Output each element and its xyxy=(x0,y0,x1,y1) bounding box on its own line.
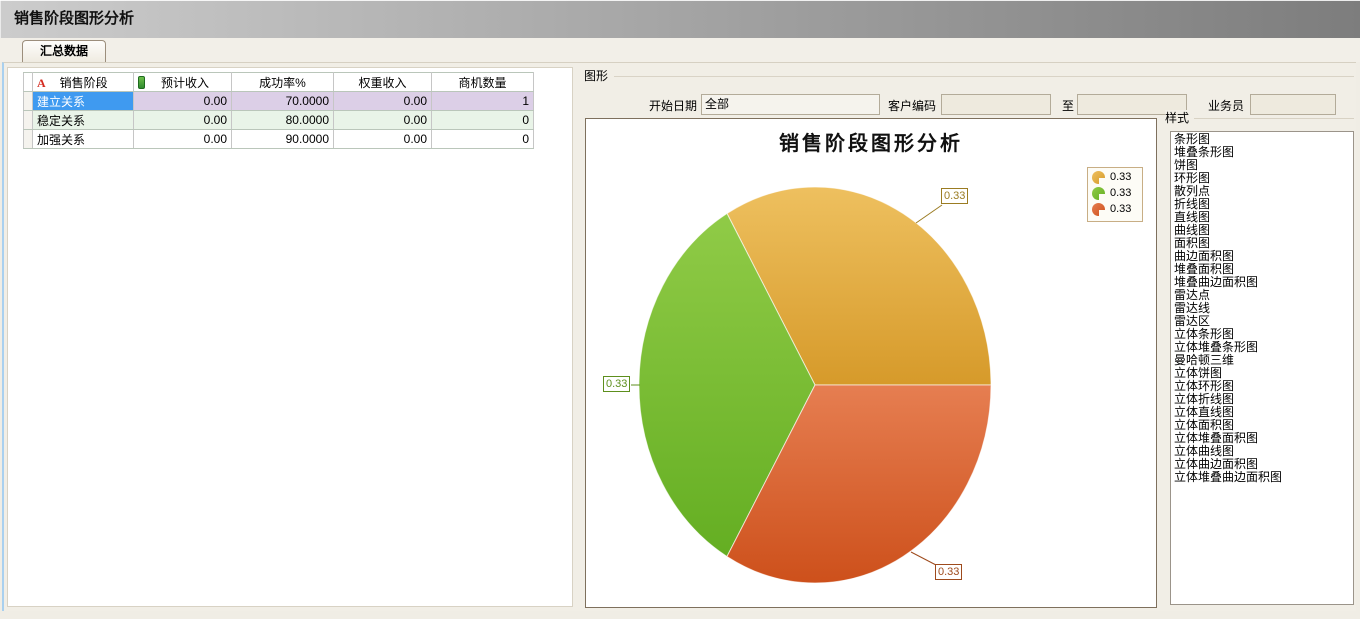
pie-slice-label: 0.33 xyxy=(935,564,962,580)
cell-success-rate[interactable]: 80.0000 xyxy=(232,111,334,130)
style-list-item[interactable]: 堆叠条形图 xyxy=(1171,146,1353,159)
grid-header-row: A销售阶段 预计收入 成功率% 权重收入 商机数量 xyxy=(24,73,534,92)
sort-indicator-icon: A xyxy=(37,76,46,90)
legend-pie-swatch-icon xyxy=(1092,203,1105,216)
column-header-count[interactable]: 商机数量 xyxy=(432,73,534,92)
legend-label: 0.33 xyxy=(1110,203,1131,216)
legend-label: 0.33 xyxy=(1110,187,1131,200)
column-header-stage[interactable]: A销售阶段 xyxy=(33,73,134,92)
chart-area: 销售阶段图形分析 0.33 0.33 0.33 0.330.330.33 xyxy=(585,118,1157,608)
legend-label: 0.33 xyxy=(1110,171,1131,184)
cell-weighted[interactable]: 0.00 xyxy=(334,130,432,149)
page-title: 销售阶段图形分析 xyxy=(14,0,134,38)
filter-bar-icon xyxy=(138,76,145,89)
graph-panel: 图形 开始日期 全部 客户编码 至 业务员 销售阶段图形分析 xyxy=(580,67,1358,607)
legend-entry: 0.33 xyxy=(1092,187,1139,200)
cell-count[interactable]: 1 xyxy=(432,92,534,111)
row-selector[interactable] xyxy=(24,111,33,130)
row-selector[interactable] xyxy=(24,130,33,149)
salesman-label: 业务员 xyxy=(1202,97,1244,115)
graph-groupbox-line xyxy=(610,76,1354,77)
cell-count[interactable]: 0 xyxy=(432,111,534,130)
pie-slice-label: 0.33 xyxy=(603,376,630,392)
to-label: 至 xyxy=(1057,97,1074,115)
customer-code-label: 客户编码 xyxy=(880,97,936,115)
pie-chart xyxy=(586,119,1156,607)
legend-pie-swatch-icon xyxy=(1092,187,1105,200)
column-header-weighted[interactable]: 权重收入 xyxy=(334,73,432,92)
column-header-expected[interactable]: 预计收入 xyxy=(134,73,232,92)
salesman-field[interactable] xyxy=(1250,94,1336,115)
cell-expected[interactable]: 0.00 xyxy=(134,130,232,149)
style-group-caption: 样式 xyxy=(1165,110,1194,126)
tab-label: 汇总数据 xyxy=(40,44,88,58)
summary-table-panel: A销售阶段 预计收入 成功率% 权重收入 商机数量 建立关系 0.0 xyxy=(7,67,573,607)
summary-grid: A销售阶段 预计收入 成功率% 权重收入 商机数量 建立关系 0.0 xyxy=(23,72,534,149)
start-date-field[interactable]: 全部 xyxy=(701,94,880,115)
table-row[interactable]: 加强关系 0.00 90.0000 0.00 0 xyxy=(24,130,534,149)
tab-strip: 汇总数据 xyxy=(0,38,1360,62)
legend-entry: 0.33 xyxy=(1092,171,1139,184)
cell-stage[interactable]: 建立关系 xyxy=(33,92,134,111)
row-selector[interactable] xyxy=(24,92,33,111)
customer-code-field[interactable] xyxy=(941,94,1051,115)
pie-slice-label: 0.33 xyxy=(941,188,968,204)
title-bar: 销售阶段图形分析 xyxy=(0,0,1360,38)
style-list: 条形图堆叠条形图饼图环形图散列点折线图直线图曲线图面积图曲边面积图堆叠面积图堆叠… xyxy=(1170,131,1354,605)
graph-group-caption: 图形 xyxy=(584,67,614,85)
app-window: 销售阶段图形分析 汇总数据 A销售阶段 预计收 xyxy=(0,0,1360,619)
cell-expected[interactable]: 0.00 xyxy=(134,92,232,111)
table-row[interactable]: 建立关系 0.00 70.0000 0.00 1 xyxy=(24,92,534,111)
legend-entry: 0.33 xyxy=(1092,203,1139,216)
start-date-label: 开始日期 xyxy=(640,97,697,115)
cell-stage[interactable]: 稳定关系 xyxy=(33,111,134,130)
row-selector-header xyxy=(24,73,33,92)
tab-page: A销售阶段 预计收入 成功率% 权重收入 商机数量 建立关系 0.0 xyxy=(2,62,1356,611)
style-groupbox-line xyxy=(1192,118,1354,119)
cell-weighted[interactable]: 0.00 xyxy=(334,92,432,111)
chart-legend: 0.33 0.33 0.33 xyxy=(1087,167,1143,222)
cell-success-rate[interactable]: 70.0000 xyxy=(232,92,334,111)
column-header-success-rate[interactable]: 成功率% xyxy=(232,73,334,92)
tab-summary-data[interactable]: 汇总数据 xyxy=(22,40,106,62)
cell-expected[interactable]: 0.00 xyxy=(134,111,232,130)
legend-pie-swatch-icon xyxy=(1092,171,1105,184)
cell-count[interactable]: 0 xyxy=(432,130,534,149)
cell-weighted[interactable]: 0.00 xyxy=(334,111,432,130)
style-list-item[interactable]: 立体堆叠曲边面积图 xyxy=(1171,471,1353,484)
table-row[interactable]: 稳定关系 0.00 80.0000 0.00 0 xyxy=(24,111,534,130)
cell-stage[interactable]: 加强关系 xyxy=(33,130,134,149)
cell-success-rate[interactable]: 90.0000 xyxy=(232,130,334,149)
